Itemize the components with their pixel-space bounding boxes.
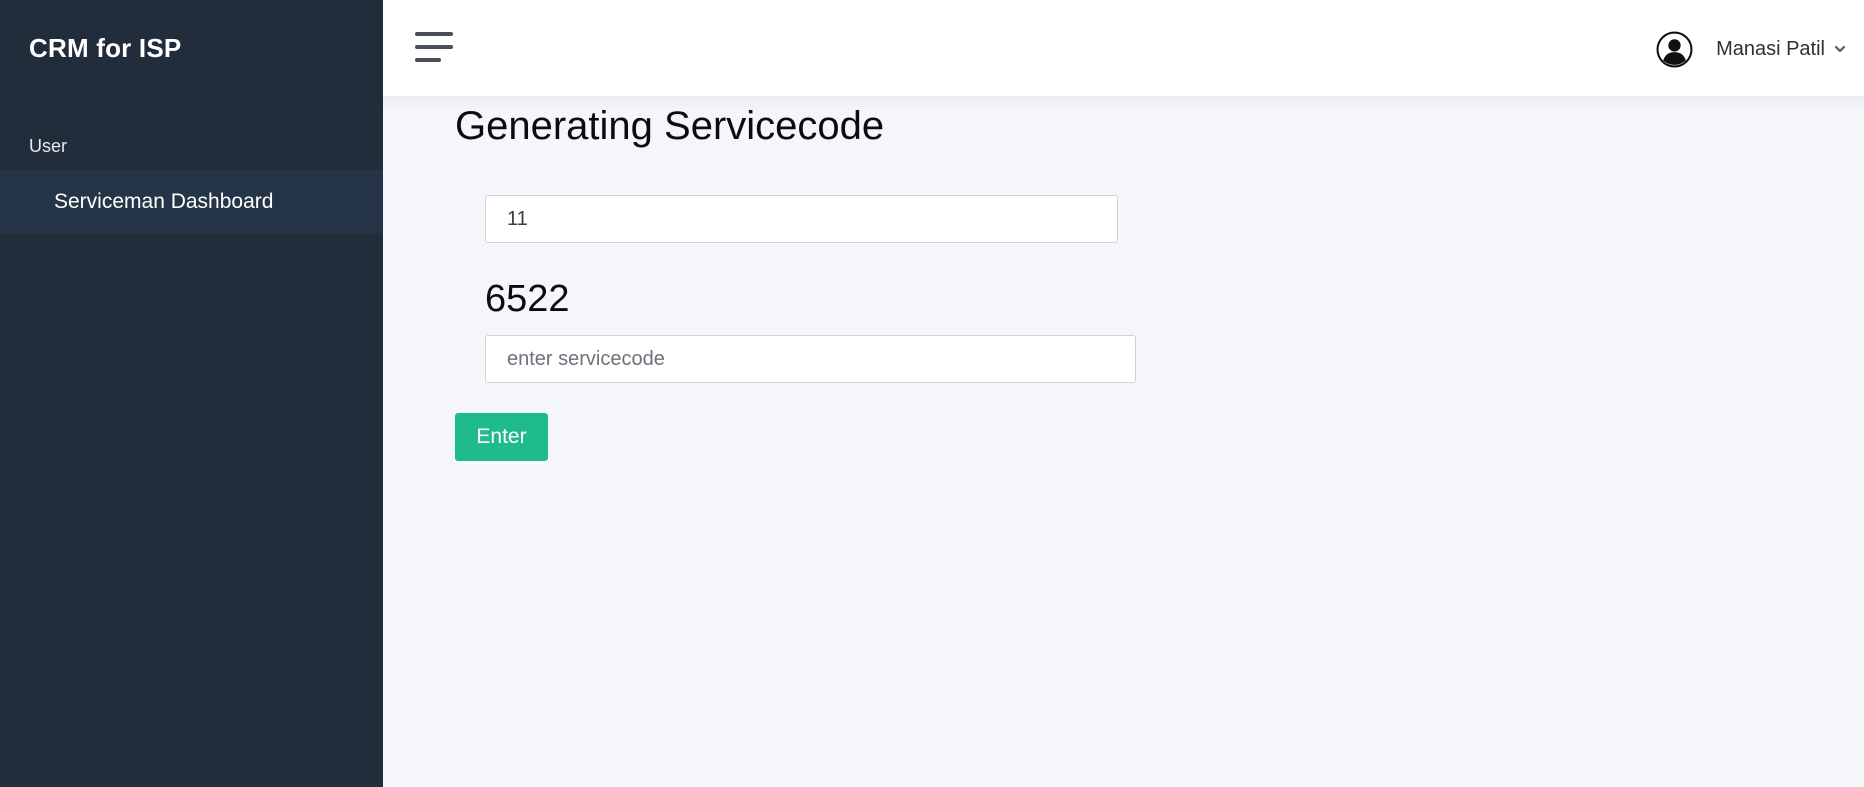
- user-menu[interactable]: Manasi Patil: [1656, 30, 1847, 68]
- page-title: Generating Servicecode: [455, 104, 885, 148]
- servicecode-input[interactable]: [485, 335, 1136, 383]
- sidebar-item-label: Serviceman Dashboard: [54, 189, 274, 213]
- generated-service-code: 6522: [485, 278, 570, 320]
- brand-title: CRM for ISP: [29, 33, 182, 63]
- sidebar-section-heading: User: [29, 136, 68, 156]
- enter-button[interactable]: Enter: [455, 413, 548, 461]
- sidebar: CRM for ISP User Serviceman Dashboard: [0, 0, 383, 787]
- user-name: Manasi Patil: [1716, 37, 1825, 60]
- hamburger-menu-icon[interactable]: [415, 32, 453, 62]
- user-circle-icon: [1656, 31, 1693, 67]
- top-header: Manasi Patil: [383, 0, 1864, 96]
- service-id-input[interactable]: [485, 195, 1118, 243]
- chevron-down-icon: [1834, 45, 1846, 53]
- app-root: CRM for ISP User Serviceman Dashboard Ma…: [0, 0, 1864, 787]
- sidebar-item-serviceman-dashboard[interactable]: Serviceman Dashboard: [0, 170, 383, 233]
